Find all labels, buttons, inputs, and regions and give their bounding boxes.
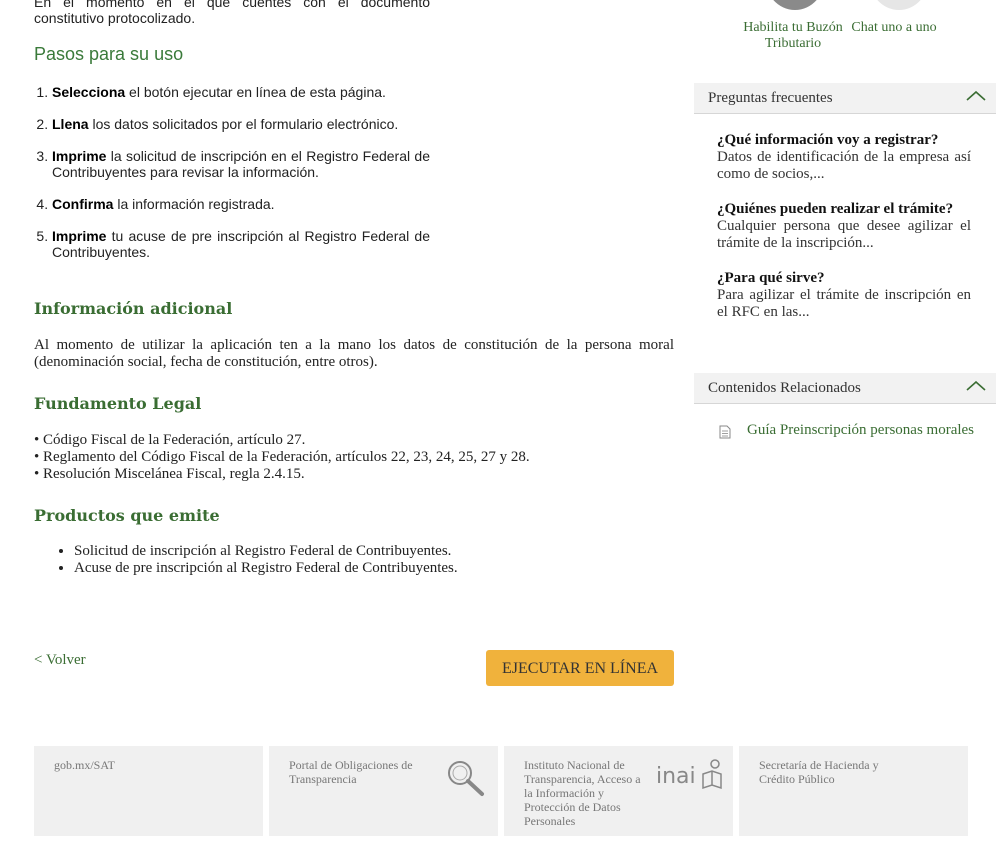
related-panel-title: Contenidos Relacionados xyxy=(708,380,861,396)
inai-logo-icon xyxy=(702,759,722,790)
step-item: Imprime tu acuse de pre inscripción al R… xyxy=(52,228,430,260)
faq-question[interactable]: ¿Qué información voy a registrar? xyxy=(717,132,938,149)
chevron-up-icon[interactable] xyxy=(964,376,988,396)
steps-list: Selecciona el botón ejecutar en línea de… xyxy=(34,84,430,276)
faq-answer: Para agilizar el trámite de inscripción … xyxy=(717,287,971,320)
execute-online-button[interactable]: EJECUTAR EN LÍNEA xyxy=(486,650,674,686)
faq-panel-title: Preguntas frecuentes xyxy=(708,90,833,106)
step-item: Selecciona el botón ejecutar en línea de… xyxy=(52,84,430,100)
chat-link[interactable]: Chat uno a uno xyxy=(834,20,954,36)
faq-panel-header[interactable]: Preguntas frecuentes xyxy=(694,83,996,114)
producto-item: Solicitud de inscripción al Registro Fed… xyxy=(74,543,458,560)
pasos-heading: Pasos para su uso xyxy=(34,44,184,64)
footer-gob-text: gob.mx/SAT xyxy=(54,758,116,772)
faq-answer: Cualquier persona que desee agilizar el … xyxy=(717,218,971,251)
fundamento-heading: Fundamento Legal xyxy=(34,394,202,413)
buzon-tributario-icon[interactable] xyxy=(764,0,826,10)
footer-inai-box[interactable]: Instituto Nacional de Transparencia, Acc… xyxy=(504,746,733,836)
info-adicional-text: Al momento de utilizar la aplicación ten… xyxy=(34,337,674,370)
producto-item: Acuse de pre inscripción al Registro Fed… xyxy=(74,560,458,577)
step-item: Confirma la información registrada. xyxy=(52,196,430,212)
footer-shcp-box[interactable]: Secretaría de Hacienda y Crédito Público xyxy=(739,746,968,836)
intro-fragment: En el momento en el que cuentes con el d… xyxy=(34,0,430,26)
fundamento-item: • Resolución Miscelánea Fiscal, regla 2.… xyxy=(34,466,305,482)
step-item: Llena los datos solicitados por el formu… xyxy=(52,116,430,132)
fundamento-item: • Código Fiscal de la Federación, artícu… xyxy=(34,432,306,448)
footer-inai-text: Instituto Nacional de Transparencia, Acc… xyxy=(524,758,641,828)
fundamento-item: • Reglamento del Código Fiscal de la Fed… xyxy=(34,449,530,465)
faq-answer: Datos de identificación de la empresa as… xyxy=(717,149,971,182)
inai-logo: inai xyxy=(656,764,696,789)
back-link[interactable]: < Volver xyxy=(34,652,86,669)
chat-icon[interactable] xyxy=(868,0,930,10)
faq-question[interactable]: ¿Quiénes pueden realizar el trámite? xyxy=(717,201,953,218)
info-adicional-heading: Información adicional xyxy=(34,299,233,318)
related-guide-link[interactable]: Guía Preinscripción personas morales xyxy=(747,422,974,439)
footer-portal-box[interactable]: Portal de Obligaciones de Transparencia xyxy=(269,746,498,836)
step-item: Imprime la solicitud de inscripción en e… xyxy=(52,148,430,180)
productos-heading: Productos que emite xyxy=(34,506,220,525)
footer-shcp-text: Secretaría de Hacienda y Crédito Público xyxy=(759,758,879,786)
footer-portal-text: Portal de Obligaciones de Transparencia xyxy=(289,758,413,786)
footer-gob-box[interactable]: gob.mx/SAT xyxy=(34,746,263,836)
faq-question[interactable]: ¿Para qué sirve? xyxy=(717,270,824,287)
related-panel-header[interactable]: Contenidos Relacionados xyxy=(694,373,996,404)
magnifier-icon xyxy=(448,761,484,796)
productos-list: Solicitud de inscripción al Registro Fed… xyxy=(34,543,458,577)
document-icon xyxy=(719,425,731,439)
chevron-up-icon[interactable] xyxy=(964,86,988,106)
